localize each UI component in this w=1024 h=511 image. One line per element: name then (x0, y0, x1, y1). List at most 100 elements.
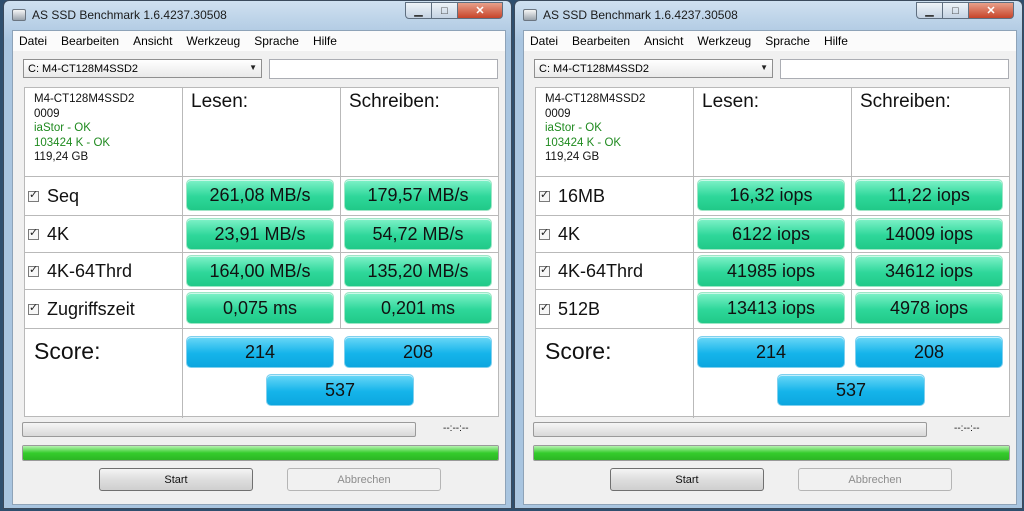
write-value: 0,201 ms (344, 292, 492, 324)
drive-firmware: 0009 (545, 107, 571, 120)
drive-icon (523, 9, 537, 21)
abort-button[interactable]: Abbrechen (287, 468, 441, 491)
info-textbox[interactable] (269, 59, 498, 79)
time-remaining: --:--:-- (954, 423, 980, 434)
minimize-icon: ▁ (414, 5, 423, 17)
row-label-text: Zugriffszeit (47, 298, 135, 319)
info-textbox[interactable] (780, 59, 1009, 79)
progress-fill (23, 446, 498, 460)
menu-bearbeiten[interactable]: Bearbeiten (565, 34, 637, 48)
read-value: 0,075 ms (186, 292, 334, 324)
checkmark-icon[interactable] (539, 263, 550, 277)
write-header: Schreiben: (349, 91, 440, 112)
maximize-button[interactable]: □ (942, 2, 969, 19)
row-label-text: 4K-64Thrd (47, 260, 133, 281)
close-button[interactable]: ✕ (457, 2, 503, 19)
client-area: Datei Bearbeiten Ansicht Werkzeug Sprach… (12, 30, 506, 505)
menu-bearbeiten[interactable]: Bearbeiten (54, 34, 126, 48)
row-label[interactable]: Zugriffszeit (28, 299, 135, 319)
row-label[interactable]: 4K (539, 224, 580, 244)
chevron-down-icon: ▼ (760, 63, 768, 72)
menu-ansicht[interactable]: Ansicht (126, 34, 179, 48)
drive-icon (12, 9, 26, 21)
checkmark-icon[interactable] (28, 301, 39, 315)
read-value: 23,91 MB/s (186, 218, 334, 250)
maximize-button[interactable]: □ (431, 2, 458, 19)
alignment-status: 103424 K - OK (545, 136, 622, 149)
alignment-status: 103424 K - OK (34, 136, 111, 149)
start-button[interactable]: Start (610, 468, 764, 491)
write-header: Schreiben: (860, 91, 951, 112)
row-label-text: 4K-64Thrd (558, 260, 644, 281)
menu-sprache[interactable]: Sprache (758, 34, 817, 48)
checkmark-icon[interactable] (539, 301, 550, 315)
drive-size: 119,24 GB (545, 151, 600, 163)
menu-datei[interactable]: Datei (13, 34, 54, 48)
menu-datei[interactable]: Datei (524, 34, 565, 48)
close-button[interactable]: ✕ (968, 2, 1014, 19)
menu-hilfe[interactable]: Hilfe (817, 34, 855, 48)
row-label-text: 4K (558, 223, 581, 244)
menu-bar: Datei Bearbeiten Ansicht Werkzeug Sprach… (13, 31, 505, 51)
checkmark-icon[interactable] (539, 226, 550, 240)
row-label-text: 16MB (558, 185, 606, 206)
checkmark-icon[interactable] (28, 263, 39, 277)
checkmark-icon[interactable] (28, 188, 39, 202)
menu-ansicht[interactable]: Ansicht (637, 34, 690, 48)
row-label[interactable]: 16MB (539, 186, 605, 206)
menu-hilfe[interactable]: Hilfe (306, 34, 344, 48)
read-value: 164,00 MB/s (186, 255, 334, 287)
read-value: 16,32 iops (697, 179, 845, 211)
time-remaining: --:--:-- (443, 423, 469, 434)
client-area: Datei Bearbeiten Ansicht Werkzeug Sprach… (523, 30, 1017, 505)
drive-model: M4-CT128M4SSD2 (34, 93, 135, 105)
read-value: 13413 iops (697, 292, 845, 324)
checkmark-icon[interactable] (539, 188, 550, 202)
read-value: 261,08 MB/s (186, 179, 334, 211)
drive-select[interactable]: C: M4-CT128M4SSD2 ▼ (23, 59, 262, 78)
score-label: Score: (545, 338, 612, 364)
start-button[interactable]: Start (99, 468, 253, 491)
score-read: 214 (186, 336, 334, 368)
row-label-text: Seq (47, 185, 80, 206)
menu-werkzeug[interactable]: Werkzeug (690, 34, 758, 48)
window-title: AS SSD Benchmark 1.6.4237.30508 (32, 8, 227, 22)
abort-button[interactable]: Abbrechen (798, 468, 952, 491)
benchmark-window-left: AS SSD Benchmark 1.6.4237.30508 ▁ □ ✕ Da… (3, 0, 512, 509)
drive-select[interactable]: C: M4-CT128M4SSD2 ▼ (534, 59, 773, 78)
drive-model: M4-CT128M4SSD2 (545, 93, 646, 105)
row-label-text: 4K (47, 223, 70, 244)
maximize-icon: □ (441, 4, 448, 17)
driver-status: iaStor - OK (34, 122, 91, 134)
minimize-button[interactable]: ▁ (916, 2, 943, 19)
menu-werkzeug[interactable]: Werkzeug (179, 34, 247, 48)
driver-status: iaStor - OK (545, 122, 602, 134)
row-label[interactable]: Seq (28, 186, 79, 206)
drive-firmware: 0009 (34, 107, 60, 120)
row-label[interactable]: 4K-64Thrd (539, 261, 643, 281)
row-label-text: 512B (558, 298, 601, 319)
checkmark-icon[interactable] (28, 226, 39, 240)
minimize-button[interactable]: ▁ (405, 2, 432, 19)
menu-bar: Datei Bearbeiten Ansicht Werkzeug Sprach… (524, 31, 1016, 51)
read-value: 41985 iops (697, 255, 845, 287)
drive-select-value: C: M4-CT128M4SSD2 (539, 63, 650, 75)
title-bar[interactable]: AS SSD Benchmark 1.6.4237.30508 ▁ □ ✕ (515, 1, 1022, 29)
read-header: Lesen: (702, 91, 760, 112)
row-label[interactable]: 4K-64Thrd (28, 261, 132, 281)
score-total: 537 (777, 374, 925, 406)
drive-info: M4-CT128M4SSD2 0009 iaStor - OK 103424 K… (545, 92, 645, 165)
write-value: 11,22 iops (855, 179, 1003, 211)
menu-sprache[interactable]: Sprache (247, 34, 306, 48)
overall-progress-bar (22, 445, 499, 461)
row-label[interactable]: 512B (539, 299, 600, 319)
title-bar[interactable]: AS SSD Benchmark 1.6.4237.30508 ▁ □ ✕ (4, 1, 511, 29)
score-write: 208 (344, 336, 492, 368)
test-progress-bar (22, 422, 416, 437)
drive-select-value: C: M4-CT128M4SSD2 (28, 63, 139, 75)
drive-info: M4-CT128M4SSD2 0009 iaStor - OK 103424 K… (34, 92, 134, 165)
write-value: 4978 iops (855, 292, 1003, 324)
row-label[interactable]: 4K (28, 224, 69, 244)
write-value: 135,20 MB/s (344, 255, 492, 287)
window-title: AS SSD Benchmark 1.6.4237.30508 (543, 8, 738, 22)
